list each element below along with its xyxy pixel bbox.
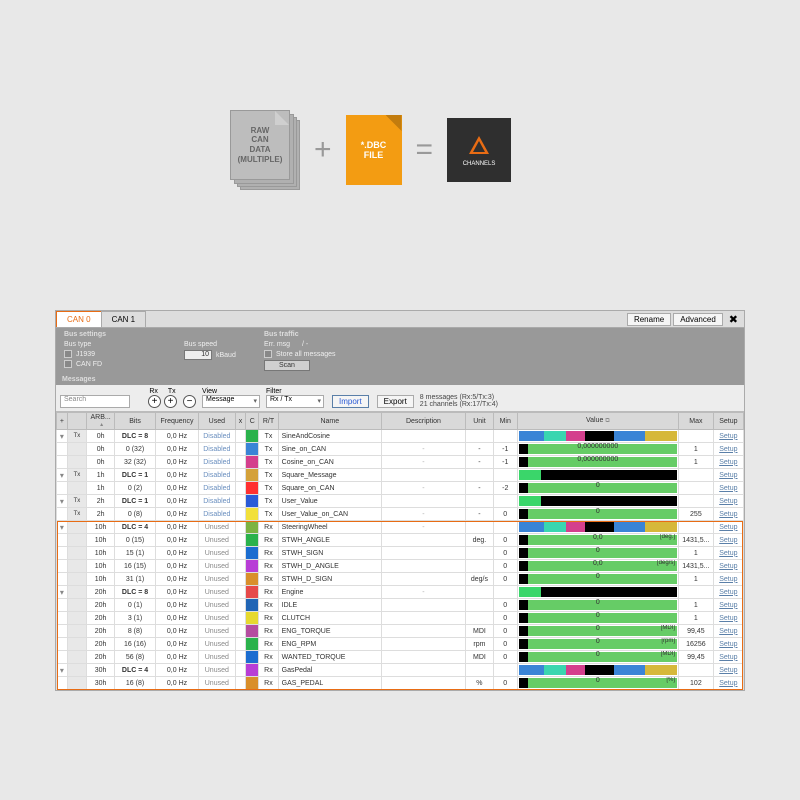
- messages-count: 8 messages (Rx:5/Tx:3): [420, 394, 498, 401]
- table-row[interactable]: 20h3 (1)0,0 HzUnusedRxCLUTCH001Setup: [57, 612, 744, 625]
- col-freq[interactable]: Frequency: [155, 413, 198, 430]
- setup-link[interactable]: Setup: [713, 651, 743, 664]
- bus-traffic-label: Bus traffic: [264, 331, 368, 338]
- setup-link[interactable]: Setup: [713, 560, 743, 573]
- table-row[interactable]: 10h31 (1)0,0 HzUnusedRxSTWH_D_SIGNdeg/s0…: [57, 573, 744, 586]
- setup-link[interactable]: Setup: [713, 469, 743, 482]
- rename-button[interactable]: Rename: [627, 313, 671, 326]
- setup-link[interactable]: Setup: [713, 586, 743, 599]
- can-config-window: CAN 0 CAN 1 Rename Advanced ✖ Bus settin…: [55, 310, 745, 691]
- advanced-button[interactable]: Advanced: [673, 313, 723, 326]
- setup-link[interactable]: Setup: [713, 443, 743, 456]
- setup-link[interactable]: Setup: [713, 677, 743, 690]
- table-row[interactable]: 20h0 (1)0,0 HzUnusedRxIDLE001Setup: [57, 599, 744, 612]
- col-bits[interactable]: Bits: [115, 413, 156, 430]
- table-row[interactable]: ▾30hDLC = 40,0 HzUnusedRxGasPedalSetup: [57, 664, 744, 677]
- tab-can1[interactable]: CAN 1: [101, 311, 147, 327]
- table-row[interactable]: ▾Tx2hDLC = 10,0 HzDisabledTxUser_ValueSe…: [57, 495, 744, 508]
- col-used[interactable]: Used: [199, 413, 236, 430]
- table-row[interactable]: 10h0 (15)0,0 HzUnusedRxSTWH_ANGLEdeg.00,…: [57, 534, 744, 547]
- plus-icon: +: [314, 133, 332, 167]
- setup-link[interactable]: Setup: [713, 612, 743, 625]
- col-x[interactable]: x: [235, 413, 246, 430]
- table-row[interactable]: 0h32 (32)0,0 HzDisabledTxCosine_on_CAN--…: [57, 456, 744, 469]
- table-row[interactable]: 1h0 (2)0,0 HzDisabledTxSquare_on_CAN---2…: [57, 482, 744, 495]
- table-row[interactable]: 10h15 (1)0,0 HzUnusedRxSTWH_SIGN001Setup: [57, 547, 744, 560]
- store-checkbox[interactable]: [264, 350, 272, 358]
- dbc-file-icon: *.DBC FILE: [346, 115, 402, 185]
- table-row[interactable]: 20h8 (8)0,0 HzUnusedRxENG_TORQUEMDI00[MD…: [57, 625, 744, 638]
- equals-icon: =: [416, 133, 434, 167]
- bus-toolbar: Bus settings Bus type J1939 CAN FD Bus s…: [56, 328, 744, 374]
- setup-link[interactable]: Setup: [713, 508, 743, 521]
- col-expand[interactable]: +: [57, 413, 68, 430]
- table-row[interactable]: 20h16 (16)0,0 HzUnusedRxENG_RPMrpm00[rpm…: [57, 638, 744, 651]
- col-max[interactable]: Max: [679, 413, 714, 430]
- export-button[interactable]: Export: [377, 395, 414, 408]
- messages-section-label: Messages: [56, 374, 744, 385]
- concept-diagram: RAW CAN DATA (MULTIPLE) + *.DBC FILE = C…: [230, 110, 511, 190]
- table-row[interactable]: 0h0 (32)0,0 HzDisabledTxSine_on_CAN---10…: [57, 443, 744, 456]
- setup-link[interactable]: Setup: [713, 495, 743, 508]
- setup-link[interactable]: Setup: [713, 456, 743, 469]
- channels-count: 21 channels (Rx:17/Tx:4): [420, 401, 498, 408]
- setup-link[interactable]: Setup: [713, 430, 743, 443]
- raw-can-label: RAW CAN DATA (MULTIPLE): [230, 110, 290, 180]
- table-row[interactable]: ▾20hDLC = 80,0 HzUnusedRxEngine-Setup: [57, 586, 744, 599]
- setup-link[interactable]: Setup: [713, 573, 743, 586]
- settings-icon[interactable]: ✖: [723, 313, 744, 326]
- setup-link[interactable]: Setup: [713, 534, 743, 547]
- setup-link[interactable]: Setup: [713, 521, 743, 534]
- scan-button[interactable]: Scan: [264, 360, 310, 371]
- setup-link[interactable]: Setup: [713, 547, 743, 560]
- view-select[interactable]: Message: [202, 395, 260, 408]
- search-input[interactable]: Search: [60, 395, 130, 408]
- table-row[interactable]: 20h56 (8)0,0 HzUnusedRxWANTED_TORQUEMDI0…: [57, 651, 744, 664]
- table-row[interactable]: 10h16 (15)0,0 HzUnusedRxSTWH_D_ANGLE00,0…: [57, 560, 744, 573]
- add-rx-button[interactable]: +: [148, 395, 161, 408]
- col-name[interactable]: Name: [278, 413, 381, 430]
- setup-link[interactable]: Setup: [713, 599, 743, 612]
- canfd-checkbox[interactable]: [64, 360, 72, 368]
- col-setup[interactable]: Setup: [713, 413, 743, 430]
- col-arb[interactable]: ARB...▴: [87, 413, 115, 430]
- filter-toolbar: Search RxTx + + − View Message Filter Rx…: [56, 385, 744, 412]
- setup-link[interactable]: Setup: [713, 482, 743, 495]
- bus-settings-label: Bus settings: [64, 331, 168, 338]
- table-row[interactable]: ▾10hDLC = 40,0 HzUnusedRxSteeringWheel-S…: [57, 521, 744, 534]
- setup-link[interactable]: Setup: [713, 638, 743, 651]
- setup-link[interactable]: Setup: [713, 625, 743, 638]
- import-button[interactable]: Import: [332, 395, 369, 408]
- channels-icon: CHANNELS: [447, 118, 511, 182]
- bus-type-label: Bus type: [64, 341, 168, 348]
- j1939-checkbox[interactable]: [64, 350, 72, 358]
- col-rt[interactable]: R/T: [259, 413, 278, 430]
- messages-table: + ARB...▴ Bits Frequency Used x C R/T Na…: [56, 412, 744, 690]
- remove-button[interactable]: −: [183, 395, 196, 408]
- col-c[interactable]: C: [246, 413, 259, 430]
- setup-link[interactable]: Setup: [713, 664, 743, 677]
- bus-speed-input[interactable]: 10: [184, 350, 212, 360]
- filter-select[interactable]: Rx / Tx: [266, 395, 324, 408]
- bus-speed-label: Bus speed: [184, 341, 248, 348]
- col-value[interactable]: Value⧉: [517, 413, 678, 430]
- col-desc[interactable]: Description: [381, 413, 465, 430]
- table-row[interactable]: ▾Tx1hDLC = 10,0 HzDisabledTxSquare_Messa…: [57, 469, 744, 482]
- tab-bar: CAN 0 CAN 1 Rename Advanced ✖: [56, 311, 744, 328]
- col-min[interactable]: Min: [493, 413, 517, 430]
- table-row[interactable]: Tx2h0 (8)0,0 HzDisabledTxUser_Value_on_C…: [57, 508, 744, 521]
- col-unit[interactable]: Unit: [465, 413, 493, 430]
- table-row[interactable]: ▾Tx0hDLC = 80,0 HzDisabledTxSineAndCosin…: [57, 430, 744, 443]
- tab-can0[interactable]: CAN 0: [56, 311, 102, 327]
- table-row[interactable]: 30h16 (8)0,0 HzUnusedRxGAS_PEDAL%00[%]10…: [57, 677, 744, 690]
- add-tx-button[interactable]: +: [164, 395, 177, 408]
- raw-can-stack: RAW CAN DATA (MULTIPLE): [230, 110, 300, 190]
